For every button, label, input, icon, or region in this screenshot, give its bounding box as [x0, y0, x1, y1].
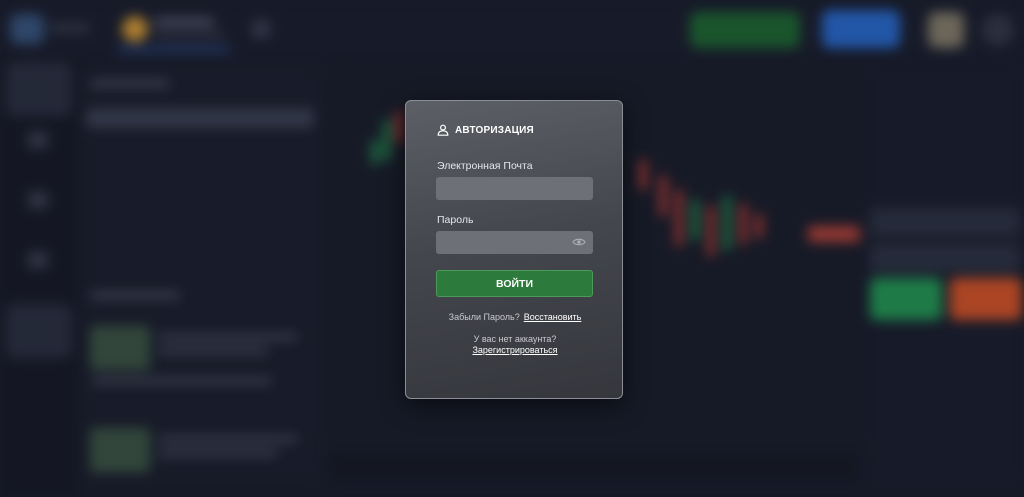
modal-title: АВТОРИЗАЦИЯ: [455, 124, 534, 136]
password-label: Пароль: [437, 214, 474, 226]
user-icon: [437, 124, 449, 136]
login-button[interactable]: ВОЙТИ: [436, 270, 593, 297]
register-row: Зарегистрироваться: [406, 345, 624, 355]
forgot-password-row: Забыли Пароль? Восстановить: [406, 312, 624, 322]
email-label: Электронная Почта: [437, 160, 533, 172]
eye-icon[interactable]: [572, 237, 586, 247]
no-account-text: У вас нет аккаунта?: [473, 334, 557, 344]
restore-password-link[interactable]: Восстановить: [524, 312, 582, 322]
modal-header: АВТОРИЗАЦИЯ: [437, 124, 534, 136]
password-field[interactable]: [436, 231, 593, 254]
authorization-modal: АВТОРИЗАЦИЯ Электронная Почта Пароль ВОЙ…: [405, 100, 623, 399]
register-link[interactable]: Зарегистрироваться: [472, 345, 557, 355]
email-field[interactable]: [436, 177, 593, 200]
forgot-password-text: Забыли Пароль?: [448, 312, 520, 322]
